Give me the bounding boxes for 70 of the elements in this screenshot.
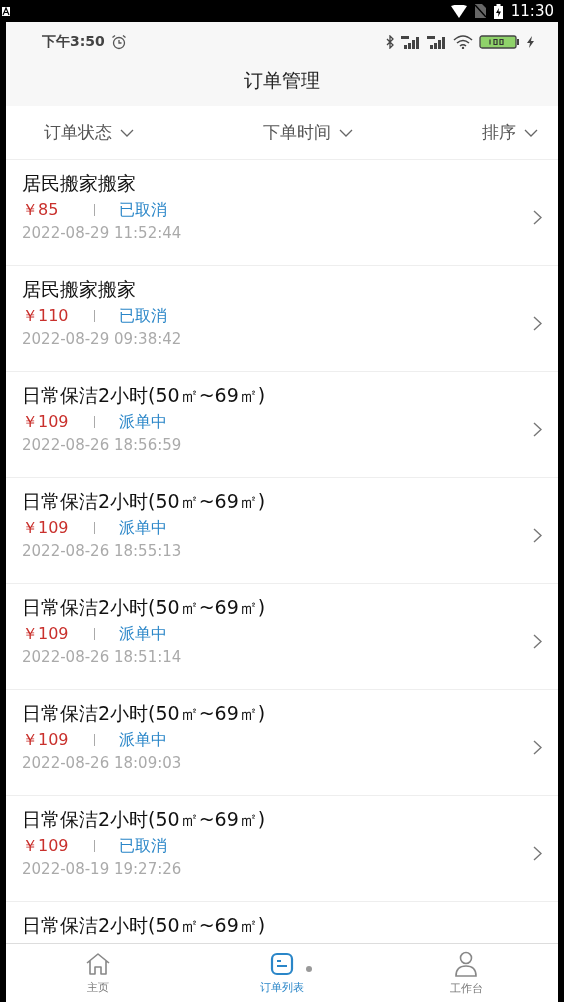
chevron-right-icon: [533, 210, 542, 225]
order-row[interactable]: 居民搬家搬家 ￥110 已取消 2022-08-29 09:38:42: [6, 266, 558, 372]
document-icon: [270, 951, 294, 976]
order-title: 居民搬家搬家: [22, 171, 137, 196]
chevron-down-icon: [339, 128, 353, 137]
order-title: 日常保洁2小时(50㎡~69㎡): [22, 595, 267, 620]
order-status: 已取消: [119, 199, 167, 221]
chevron-down-icon: [120, 128, 134, 137]
order-price: ￥109: [22, 623, 70, 645]
order-status: 派单中: [119, 517, 167, 539]
signal-icon: [427, 35, 447, 49]
order-row[interactable]: 日常保洁2小时(50㎡~69㎡) ￥109 派单中 2022-08-26 18:56:59: [6, 372, 558, 478]
chevron-right-icon: [533, 528, 542, 543]
order-row[interactable]: 日常保洁2小时(50㎡~69㎡) ￥109 派单中 2022-08-26 18:51:14: [6, 584, 558, 690]
order-time: 2022-08-26 18:09:03: [22, 754, 183, 772]
bluetooth-icon: [386, 35, 395, 49]
order-time: 2022-08-26 18:56:59: [22, 436, 183, 454]
chevron-right-icon: [533, 846, 542, 861]
indicator-dot: [306, 966, 312, 972]
order-row[interactable]: 日常保洁2小时(50㎡~69㎡) ￥109 已取消 2022-08-19 19:27:26: [6, 796, 558, 902]
order-price: ￥109: [22, 835, 70, 857]
nav-tab[interactable]: 主页: [6, 944, 190, 1002]
chevron-right-icon: [533, 422, 542, 437]
chevron-right-icon: [533, 316, 542, 331]
order-status: 已取消: [119, 305, 167, 327]
charging-icon: [527, 36, 534, 48]
filter-dropdown[interactable]: 订单状态: [44, 121, 134, 144]
order-status: 派单中: [119, 411, 167, 433]
order-row[interactable]: 日常保洁2小时(50㎡~69㎡) ￥109 派单中 2022-08-26 18:09:03: [6, 690, 558, 796]
battery-icon: [479, 35, 521, 49]
order-price: ￥110: [22, 305, 70, 327]
order-time: 2022-08-26 18:51:14: [22, 648, 183, 666]
person-icon: [454, 950, 478, 977]
order-time: 2022-08-19 19:27:26: [22, 860, 183, 878]
home-icon: [85, 951, 111, 976]
wifi-icon: [453, 35, 473, 49]
nav-tab[interactable]: 工作台: [374, 944, 558, 1002]
chevron-down-icon: [524, 128, 538, 137]
order-title: 日常保洁2小时(50㎡~69㎡): [22, 383, 267, 408]
order-title: 居民搬家搬家: [22, 277, 137, 302]
chevron-right-icon: [533, 634, 542, 649]
filter-dropdown[interactable]: 排序: [482, 121, 538, 144]
nav-tab[interactable]: 订单列表: [190, 944, 374, 1002]
order-title: 日常保洁2小时(50㎡~69㎡): [22, 489, 267, 514]
order-price: ￥109: [22, 729, 70, 751]
chevron-right-icon: [533, 740, 542, 755]
app-notification-icon: [2, 6, 10, 16]
no-sim-icon: [474, 4, 486, 18]
order-price: ￥109: [22, 411, 70, 433]
page-title: 订单管理: [244, 68, 320, 93]
order-status: 已取消: [119, 835, 167, 857]
order-title: 日常保洁2小时(50㎡~69㎡): [22, 701, 267, 726]
signal-icon: [401, 35, 421, 49]
alarm-clock-icon: [110, 34, 127, 50]
wifi-icon: [450, 4, 467, 18]
system-time: 11:30: [510, 2, 554, 20]
order-price: ￥109: [22, 517, 70, 539]
order-title: 日常保洁2小时(50㎡~69㎡): [22, 807, 267, 832]
battery-charging-icon: [493, 3, 503, 19]
order-row[interactable]: 日常保洁2小时(50㎡~69㎡) ￥109 派单中 2022-08-26 18:55:13: [6, 478, 558, 584]
order-status: 派单中: [119, 623, 167, 645]
order-time: 2022-08-29 11:52:44: [22, 224, 183, 242]
order-time: 2022-08-29 09:38:42: [22, 330, 183, 348]
order-status: 派单中: [119, 729, 167, 751]
order-time: 2022-08-26 18:55:13: [22, 542, 183, 560]
order-title: 日常保洁2小时(50㎡~69㎡): [22, 913, 267, 938]
order-row[interactable]: 居民搬家搬家 ￥85 已取消 2022-08-29 11:52:44: [6, 160, 558, 266]
order-price: ￥85: [22, 199, 60, 221]
filter-dropdown[interactable]: 下单时间: [263, 121, 353, 144]
phone-time: 下午3:50: [42, 33, 105, 51]
